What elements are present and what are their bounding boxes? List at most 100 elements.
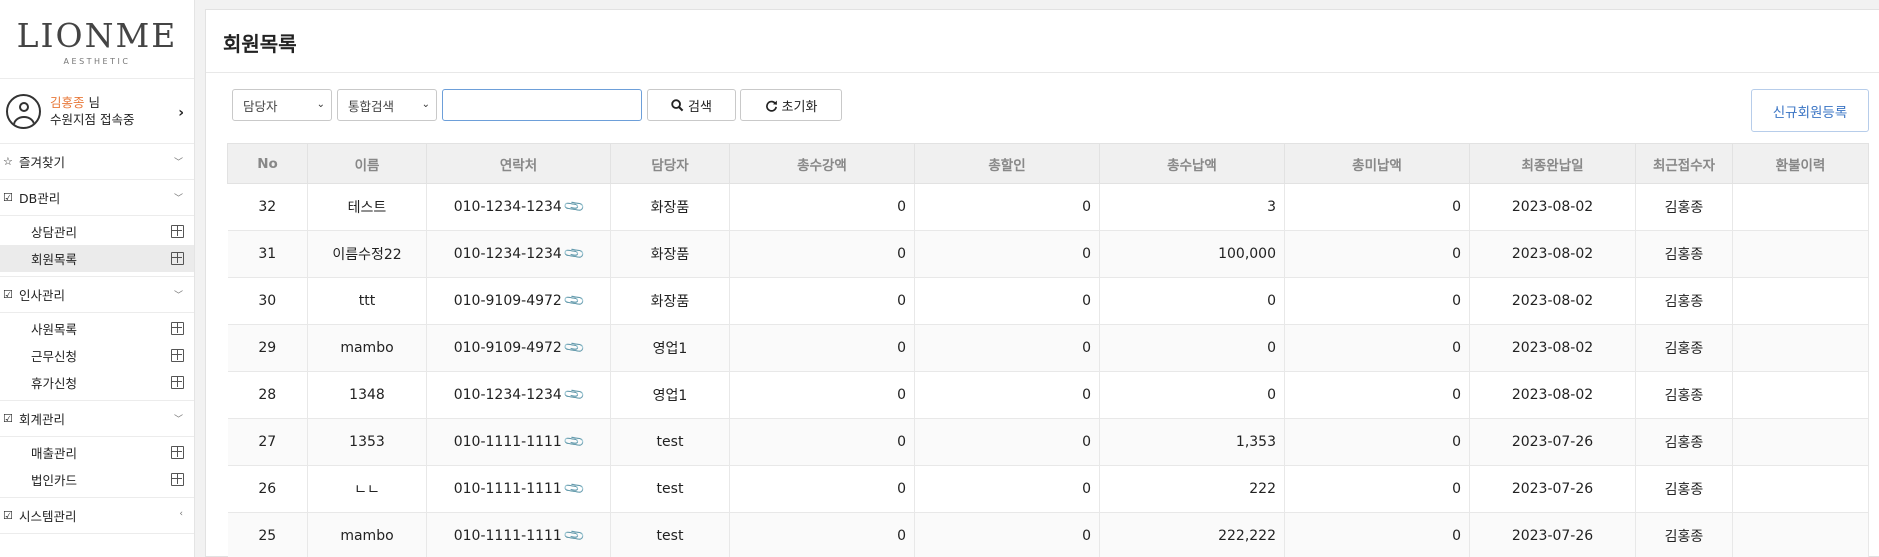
checkbox-icon: ☑ xyxy=(3,412,13,425)
menu-system[interactable]: ☑ 시스템관리 ‹ xyxy=(0,498,194,534)
cell-total-tuition: 0 xyxy=(729,183,915,231)
search-icon xyxy=(671,98,684,111)
cell-manager: 영업1 xyxy=(610,371,730,419)
cell-name[interactable]: ㄴㄴ xyxy=(307,465,427,513)
sidebar-item-member-list[interactable]: 회원목록 xyxy=(0,245,194,272)
paperclip-icon[interactable]: 📎 xyxy=(563,242,587,265)
grid-box-icon xyxy=(171,225,184,238)
submenu-accounting: 매출관리 법인카드 xyxy=(0,437,194,498)
cell-total-discount: 0 xyxy=(914,230,1100,278)
sidebar-item-sales[interactable]: 매출관리 xyxy=(0,439,194,466)
menu-favorites[interactable]: ☆ 즐겨찾기 ﹀ xyxy=(0,144,194,180)
logo-wordmark: LIONME xyxy=(16,16,178,55)
cell-total-unpaid: 0 xyxy=(1284,324,1470,372)
cell-name[interactable]: 이름수정22 xyxy=(307,230,427,278)
reset-button[interactable]: 초기화 xyxy=(740,89,842,121)
paperclip-icon[interactable]: 📎 xyxy=(563,524,587,547)
cell-name[interactable]: 테스트 xyxy=(307,183,427,231)
cell-last-paid-date: 2023-08-02 xyxy=(1469,230,1636,278)
cell-total-tuition: 0 xyxy=(729,324,915,372)
menu-label: 인사관리 xyxy=(19,288,66,303)
sidebar-item-label: 상담관리 xyxy=(31,225,78,240)
cell-manager: 화장품 xyxy=(610,230,730,278)
table-row[interactable]: 27 1353 010-1111-1111📎 test 0 0 1,353 0 … xyxy=(227,418,1869,466)
cell-total-paid: 1,353 xyxy=(1099,418,1285,466)
paperclip-icon[interactable]: 📎 xyxy=(563,477,587,500)
sidebar-item-employees[interactable]: 사원목록 xyxy=(0,315,194,342)
sidebar-item-work-request[interactable]: 근무신청 xyxy=(0,342,194,369)
paperclip-icon[interactable]: 📎 xyxy=(563,289,587,312)
table-row[interactable]: 25 mambo 010-1111-1111📎 test 0 0 222,222… xyxy=(227,512,1869,557)
user-suffix: 님 xyxy=(84,95,100,110)
cell-total-tuition: 0 xyxy=(729,277,915,325)
sidebar-item-corporate-card[interactable]: 법인카드 xyxy=(0,466,194,493)
menu-label: 시스템관리 xyxy=(19,509,77,524)
cell-phone: 010-1111-1111📎 xyxy=(426,418,611,466)
chevron-right-icon[interactable]: › xyxy=(178,105,184,121)
column-header-total-paid[interactable]: 총수납액 xyxy=(1099,143,1285,184)
grid-box-icon xyxy=(171,252,184,265)
cell-total-paid: 222,222 xyxy=(1099,512,1285,557)
column-header-last-paid-date[interactable]: 최종완납일 xyxy=(1469,143,1636,184)
column-header-manager[interactable]: 담당자 xyxy=(610,143,730,184)
menu-db[interactable]: ☑ DB관리 ﹀ xyxy=(0,180,194,216)
table-row[interactable]: 31 이름수정22 010-1234-1234📎 화장품 0 0 100,000… xyxy=(227,230,1869,278)
menu-accounting[interactable]: ☑ 회계관리 ﹀ xyxy=(0,401,194,437)
table-row[interactable]: 28 1348 010-1234-1234📎 영업1 0 0 0 0 2023-… xyxy=(227,371,1869,419)
cell-total-paid: 0 xyxy=(1099,324,1285,372)
search-type-select[interactable]: 통합검색 ⌄ xyxy=(337,89,437,121)
star-icon: ☆ xyxy=(3,155,13,168)
cell-total-discount: 0 xyxy=(914,512,1100,557)
table-row[interactable]: 32 테스트 010-1234-1234📎 화장품 0 0 3 0 2023-0… xyxy=(227,183,1869,231)
manager-select[interactable]: 담당자 ⌄ xyxy=(232,89,332,121)
main-panel: 회원목록 담당자 ⌄ 통합검색 ⌄ 검색 초기화 신규회원등록 No 이름 연락… xyxy=(205,9,1879,557)
chevron-down-icon: ⌄ xyxy=(421,99,430,110)
cell-total-paid: 0 xyxy=(1099,371,1285,419)
cell-recent-receiver: 김홍종 xyxy=(1635,277,1733,325)
table-row[interactable]: 29 mambo 010-9109-4972📎 영업1 0 0 0 0 2023… xyxy=(227,324,1869,372)
refresh-icon xyxy=(765,100,777,112)
cell-name[interactable]: mambo xyxy=(307,324,427,372)
table-row[interactable]: 26 ㄴㄴ 010-1111-1111📎 test 0 0 222 0 2023… xyxy=(227,465,1869,513)
sidebar-item-leave-request[interactable]: 휴가신청 xyxy=(0,369,194,396)
cell-total-discount: 0 xyxy=(914,277,1100,325)
column-header-recent-receiver[interactable]: 최근접수자 xyxy=(1635,143,1733,184)
cell-total-discount: 0 xyxy=(914,324,1100,372)
phone-text: 010-1111-1111 xyxy=(453,481,562,497)
cell-refund xyxy=(1732,371,1869,419)
cell-total-tuition: 0 xyxy=(729,465,915,513)
paperclip-icon[interactable]: 📎 xyxy=(563,430,587,453)
search-input[interactable] xyxy=(442,89,642,121)
column-header-refund[interactable]: 환불이력 xyxy=(1732,143,1869,184)
column-header-total-unpaid[interactable]: 총미납액 xyxy=(1284,143,1470,184)
menu-hr[interactable]: ☑ 인사관리 ﹀ xyxy=(0,277,194,313)
new-member-button[interactable]: 신규회원등록 xyxy=(1751,89,1869,132)
paperclip-icon[interactable]: 📎 xyxy=(563,383,587,406)
table-body: 32 테스트 010-1234-1234📎 화장품 0 0 3 0 2023-0… xyxy=(227,183,1869,557)
paperclip-icon[interactable]: 📎 xyxy=(563,195,587,218)
user-profile[interactable]: 김홍종 님 수원지점 접속중 › xyxy=(0,78,194,144)
column-header-phone[interactable]: 연락처 xyxy=(426,143,611,184)
search-toolbar: 담당자 ⌄ 통합검색 ⌄ 검색 초기화 xyxy=(232,89,846,122)
cell-phone: 010-1111-1111📎 xyxy=(426,512,611,557)
search-button[interactable]: 검색 xyxy=(647,89,736,121)
column-header-name[interactable]: 이름 xyxy=(307,143,427,184)
cell-name[interactable]: 1348 xyxy=(307,371,427,419)
cell-manager: 화장품 xyxy=(610,277,730,325)
cell-name[interactable]: mambo xyxy=(307,512,427,557)
cell-total-unpaid: 0 xyxy=(1284,512,1470,557)
brand-logo[interactable]: LIONME AESTHETIC xyxy=(0,0,194,78)
table-row[interactable]: 30 ttt 010-9109-4972📎 화장품 0 0 0 0 2023-0… xyxy=(227,277,1869,325)
cell-last-paid-date: 2023-07-26 xyxy=(1469,465,1636,513)
column-header-total-discount[interactable]: 총할인 xyxy=(914,143,1100,184)
grid-box-icon xyxy=(171,349,184,362)
cell-name[interactable]: ttt xyxy=(307,277,427,325)
cell-last-paid-date: 2023-08-02 xyxy=(1469,183,1636,231)
sidebar-item-consultation[interactable]: 상담관리 xyxy=(0,218,194,245)
cell-phone: 010-9109-4972📎 xyxy=(426,324,611,372)
column-header-total-tuition[interactable]: 총수강액 xyxy=(729,143,915,184)
sidebar-item-label: 휴가신청 xyxy=(31,376,78,391)
cell-name[interactable]: 1353 xyxy=(307,418,427,466)
paperclip-icon[interactable]: 📎 xyxy=(563,336,587,359)
column-header-no[interactable]: No xyxy=(227,143,308,184)
